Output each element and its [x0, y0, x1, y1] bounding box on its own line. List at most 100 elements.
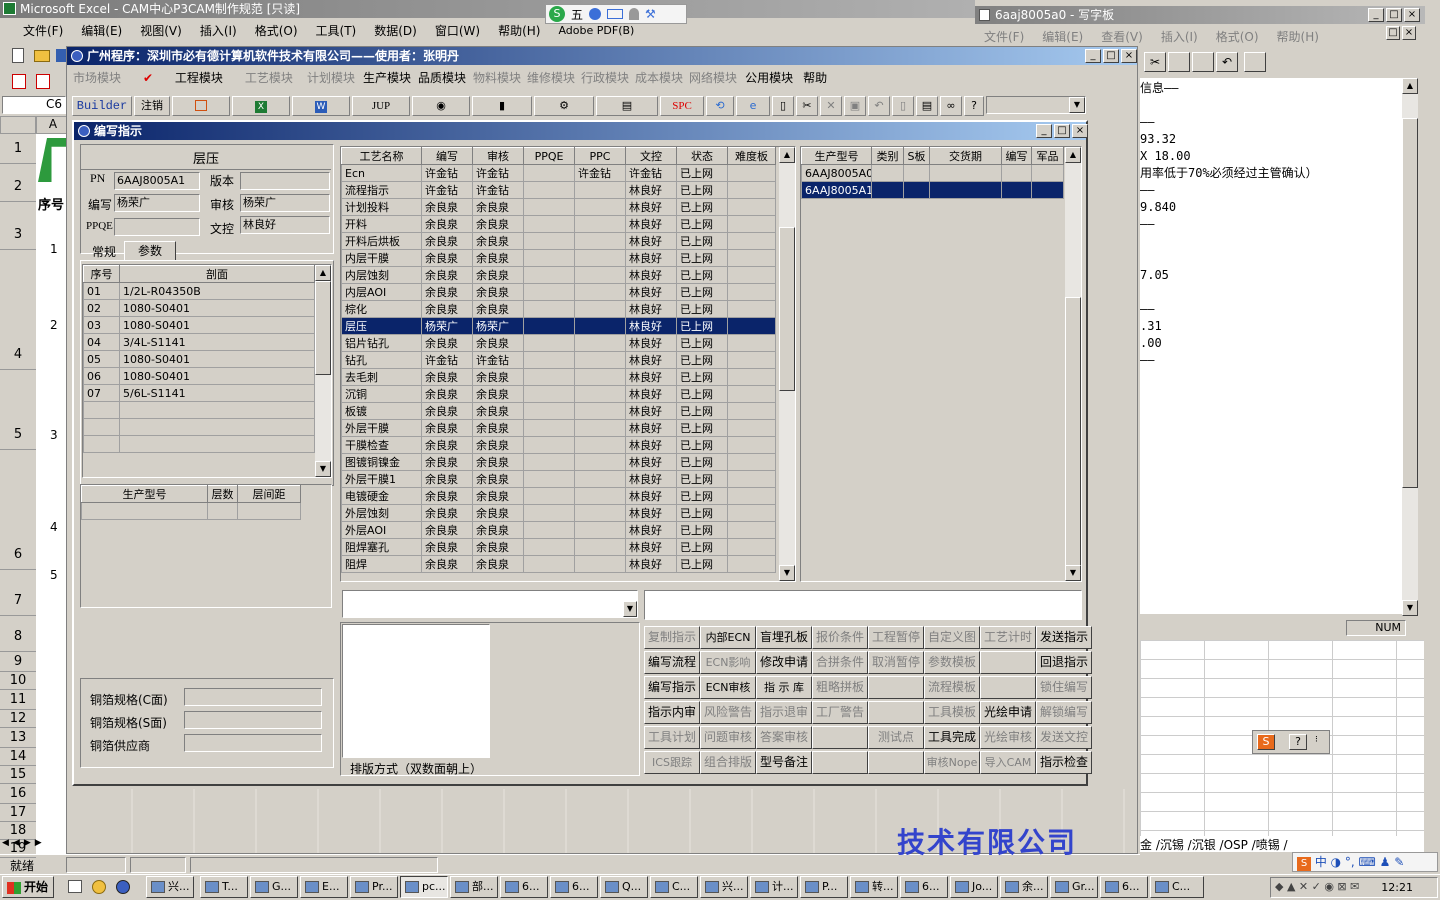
print-button[interactable]: ▤: [596, 96, 658, 116]
sheet-tabs-strip[interactable]: 金 /沉锡 /沉银 /OSP /喷锡 /: [1140, 836, 1424, 852]
toolbar-combo[interactable]: ▼: [986, 96, 1086, 114]
process-ppc-cell[interactable]: [574, 215, 626, 233]
table-row[interactable]: 钻孔 许金钻 许金钻 林良好 已上网: [341, 351, 776, 369]
menu-material[interactable]: 物料模块: [470, 69, 524, 86]
wordpad-scroll-up[interactable]: ▲: [1402, 78, 1418, 94]
builder-button[interactable]: Builder: [72, 96, 132, 116]
process-difficulty-cell[interactable]: [727, 453, 776, 471]
section-no-cell[interactable]: 04: [83, 333, 120, 351]
part-col-military[interactable]: 军品: [1031, 147, 1064, 165]
process-scrollbar[interactable]: ▲ ▼: [779, 147, 795, 581]
action-button-1-5[interactable]: 参数模板: [924, 651, 980, 674]
process-reviewer-cell[interactable]: 余良泉: [472, 232, 524, 250]
section-profile-cell[interactable]: 1/2L-R04350B: [119, 282, 315, 300]
process-reviewer-cell[interactable]: 余良泉: [472, 538, 524, 556]
table-row[interactable]: 计划投料 余良泉 余良泉 林良好 已上网: [341, 198, 776, 216]
process-reviewer-cell[interactable]: 杨荣广: [472, 317, 524, 335]
process-name-cell[interactable]: 计划投料: [341, 198, 422, 216]
process-ppc-cell[interactable]: [574, 453, 626, 471]
process-ppc-cell[interactable]: [574, 521, 626, 539]
wordpad-scrollbar[interactable]: ▲ ▼: [1402, 78, 1418, 616]
excel-menu-tools[interactable]: 工具(T): [307, 22, 366, 39]
process-ppqe-cell[interactable]: [523, 470, 575, 488]
cut-icon[interactable]: ✂: [1144, 52, 1166, 72]
process-ppc-cell[interactable]: 许金钻: [574, 164, 626, 182]
process-reviewer-cell[interactable]: 许金钻: [472, 351, 524, 369]
part-scroll-up[interactable]: ▲: [1065, 147, 1081, 163]
process-writer-cell[interactable]: 余良泉: [421, 487, 473, 505]
logout-button[interactable]: 注销: [134, 96, 170, 116]
process-ppqe-cell[interactable]: [523, 266, 575, 284]
process-name-cell[interactable]: 外层干膜1: [341, 470, 422, 488]
table-row[interactable]: 板镀 余良泉 余良泉 林良好 已上网: [341, 402, 776, 420]
start-button[interactable]: 开始: [2, 876, 54, 898]
process-name-cell[interactable]: 电镀硬金: [341, 487, 422, 505]
table-row[interactable]: 阻焊塞孔 余良泉 余良泉 林良好 已上网: [341, 538, 776, 556]
version-field[interactable]: [240, 172, 330, 190]
row-header[interactable]: 9: [0, 652, 36, 672]
empty-cell[interactable]: [83, 401, 120, 419]
menu-process[interactable]: 工艺模块: [236, 69, 302, 86]
process-ppqe-cell[interactable]: [523, 232, 575, 250]
excel-menu-pdf[interactable]: Adobe PDF(B): [549, 24, 643, 37]
process-ppqe-cell[interactable]: [523, 249, 575, 267]
wrench-icon[interactable]: ⚒: [645, 7, 656, 21]
process-ppqe-cell[interactable]: [523, 419, 575, 437]
process-reviewer-cell[interactable]: 余良泉: [472, 521, 524, 539]
menu-quality[interactable]: 品质模块: [414, 69, 470, 86]
process-difficulty-cell[interactable]: [727, 215, 776, 233]
process-difficulty-cell[interactable]: [727, 181, 776, 199]
process-writer-cell[interactable]: 余良泉: [421, 300, 473, 318]
menu-cost[interactable]: 成本模块: [632, 69, 686, 86]
part-scroll-down[interactable]: ▼: [1065, 565, 1081, 581]
process-ppqe-cell[interactable]: [523, 521, 575, 539]
open-folder-icon[interactable]: [34, 50, 50, 62]
process-name-cell[interactable]: 沉铜: [341, 385, 422, 403]
name-box[interactable]: C6: [2, 96, 66, 114]
column-header-a[interactable]: A: [36, 116, 70, 134]
find-button[interactable]: ∞: [940, 96, 962, 116]
excel-menu-data[interactable]: 数据(D): [365, 22, 426, 39]
action-button-2-3[interactable]: 粗略拼板: [812, 676, 868, 699]
process-doc-cell[interactable]: 林良好: [625, 368, 677, 386]
excel-menu-window[interactable]: 窗口(W): [426, 22, 489, 39]
empty-cell[interactable]: [119, 401, 315, 419]
process-name-cell[interactable]: 图镀铜镍金: [341, 453, 422, 471]
process-name-cell[interactable]: Ecn: [341, 164, 422, 182]
process-difficulty-cell[interactable]: [727, 538, 776, 556]
part-model-cell[interactable]: 6AAJ8005A1: [801, 181, 872, 199]
process-writer-cell[interactable]: 杨荣广: [421, 317, 473, 335]
action-button-empty[interactable]: [980, 651, 1036, 674]
toolbar-options-icon[interactable]: ⁝: [1315, 735, 1318, 745]
dialog-minimize-button[interactable]: _: [1036, 124, 1052, 138]
table-row[interactable]: 阻焊 余良泉 余良泉 林良好 已上网: [341, 555, 776, 573]
process-ppqe-cell[interactable]: [523, 181, 575, 199]
process-ppc-cell[interactable]: [574, 368, 626, 386]
process-name-cell[interactable]: 干膜检查: [341, 436, 422, 454]
keyboard-icon[interactable]: [607, 9, 624, 19]
menu-common[interactable]: 公用模块: [740, 69, 798, 86]
tools-button[interactable]: ⚙: [534, 96, 594, 116]
section-profile-cell[interactable]: 5/6L-S1141: [119, 384, 315, 402]
print-doc-button[interactable]: ▤: [916, 96, 938, 116]
table-row[interactable]: 内层蚀刻 余良泉 余良泉 林良好 已上网: [341, 266, 776, 284]
process-difficulty-cell[interactable]: [727, 334, 776, 352]
part-scroll-thumb[interactable]: [1065, 297, 1081, 567]
action-button-5-7[interactable]: 指示检查: [1036, 751, 1092, 774]
table-row[interactable]: 01 1/2L-R04350B: [83, 282, 315, 300]
process-reviewer-cell[interactable]: 余良泉: [472, 555, 524, 573]
part-cell[interactable]: [903, 181, 930, 199]
taskbar-button[interactable]: 6...: [550, 876, 598, 898]
process-ppc-cell[interactable]: [574, 317, 626, 335]
process-reviewer-cell[interactable]: 许金钻: [472, 181, 524, 199]
process-doc-cell[interactable]: 林良好: [625, 283, 677, 301]
menu-market[interactable]: 市场模块: [67, 69, 130, 86]
action-button-3-3[interactable]: 工厂警告: [812, 701, 868, 724]
process-difficulty-cell[interactable]: [727, 351, 776, 369]
table-row[interactable]: 05 1080-S0401: [83, 350, 315, 368]
action-button-0-4[interactable]: 工程暂停: [868, 626, 924, 649]
toolbar-combo-arrow-icon[interactable]: ▼: [1069, 97, 1085, 113]
process-status-cell[interactable]: 已上网: [676, 419, 728, 437]
table-row[interactable]: 流程指示 许金钻 许金钻 林良好 已上网: [341, 181, 776, 199]
process-ppc-cell[interactable]: [574, 470, 626, 488]
